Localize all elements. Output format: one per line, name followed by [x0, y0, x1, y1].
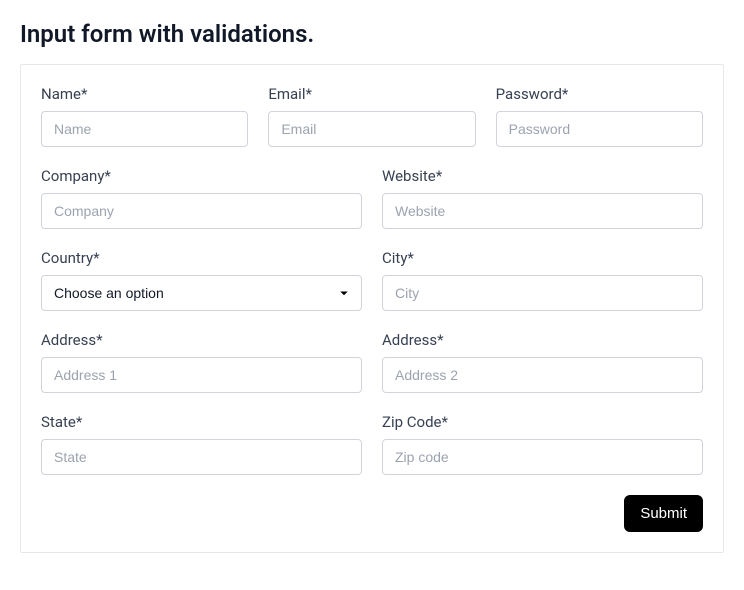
address1-label: Address*	[41, 331, 362, 349]
form-group-address1: Address*	[41, 331, 362, 393]
city-label: City*	[382, 249, 703, 267]
email-input[interactable]	[268, 111, 475, 147]
form-row: State* Zip Code*	[41, 413, 703, 475]
state-label: State*	[41, 413, 362, 431]
state-input[interactable]	[41, 439, 362, 475]
address2-input[interactable]	[382, 357, 703, 393]
password-input[interactable]	[496, 111, 703, 147]
password-label: Password*	[496, 85, 703, 103]
form-card: Name* Email* Password* Company* Website*…	[20, 64, 724, 553]
email-label: Email*	[268, 85, 475, 103]
form-group-password: Password*	[496, 85, 703, 147]
form-group-email: Email*	[268, 85, 475, 147]
address2-label: Address*	[382, 331, 703, 349]
website-input[interactable]	[382, 193, 703, 229]
form-row: Company* Website*	[41, 167, 703, 229]
form-group-company: Company*	[41, 167, 362, 229]
form-row: Address* Address*	[41, 331, 703, 393]
button-row: Submit	[41, 495, 703, 532]
country-label: Country*	[41, 249, 362, 267]
address1-input[interactable]	[41, 357, 362, 393]
country-select[interactable]: Choose an option	[41, 275, 362, 311]
zip-label: Zip Code*	[382, 413, 703, 431]
form-row: Country* Choose an option City*	[41, 249, 703, 311]
company-input[interactable]	[41, 193, 362, 229]
form-group-zip: Zip Code*	[382, 413, 703, 475]
form-group-address2: Address*	[382, 331, 703, 393]
name-label: Name*	[41, 85, 248, 103]
page-title: Input form with validations.	[20, 20, 724, 48]
form-group-city: City*	[382, 249, 703, 311]
submit-button[interactable]: Submit	[624, 495, 703, 532]
city-input[interactable]	[382, 275, 703, 311]
form-group-state: State*	[41, 413, 362, 475]
website-label: Website*	[382, 167, 703, 185]
zip-input[interactable]	[382, 439, 703, 475]
form-group-website: Website*	[382, 167, 703, 229]
form-group-country: Country* Choose an option	[41, 249, 362, 311]
company-label: Company*	[41, 167, 362, 185]
name-input[interactable]	[41, 111, 248, 147]
form-row: Name* Email* Password*	[41, 85, 703, 147]
form-group-name: Name*	[41, 85, 248, 147]
